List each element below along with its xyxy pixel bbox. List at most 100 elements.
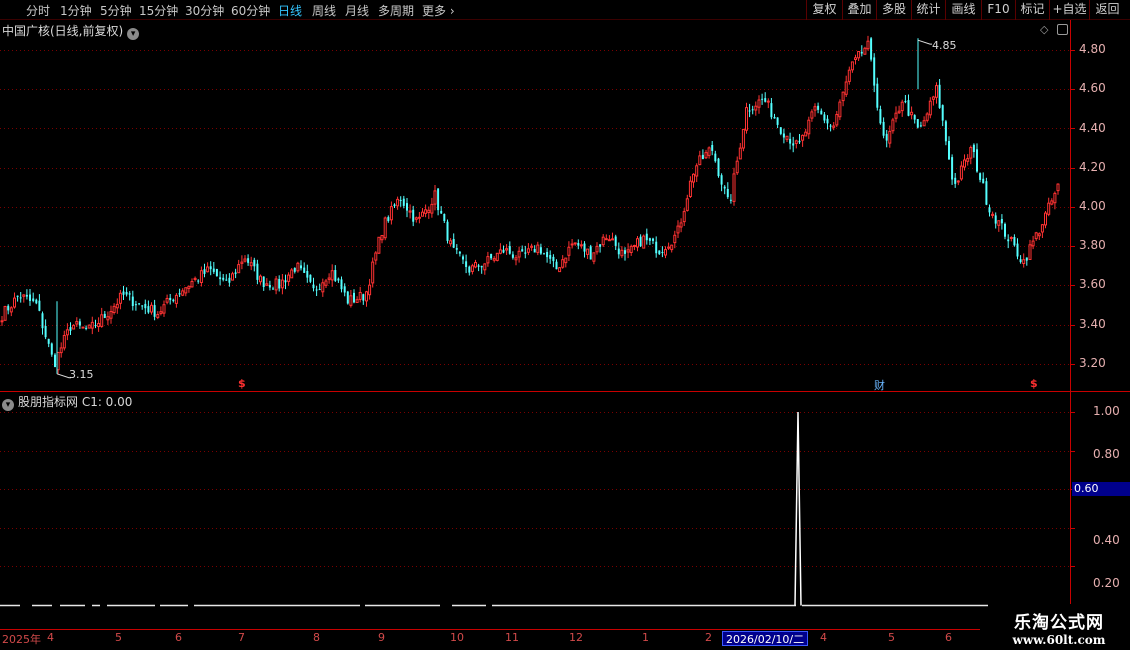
candle-body [835, 114, 839, 126]
candle-body [465, 261, 468, 267]
chevron-down-icon[interactable]: ▾ [2, 399, 14, 411]
candle-body [156, 314, 160, 318]
candle-body [315, 289, 318, 291]
price-tick: 3.40 [1079, 317, 1106, 331]
candle-body [280, 279, 284, 289]
candle-body [219, 277, 222, 280]
candle-body [1040, 224, 1044, 233]
candle-body [402, 198, 405, 206]
candle-body [745, 107, 748, 131]
candle-body [468, 266, 471, 273]
candle-body [1013, 237, 1016, 246]
candle-body [626, 249, 630, 253]
candle-body [16, 295, 19, 297]
candle-body [645, 233, 648, 241]
candle-body [228, 277, 231, 283]
date-tick: 1 [642, 631, 649, 644]
period-tab-timeshare[interactable]: 分时 [26, 2, 50, 19]
dividend-marker[interactable]: $ [1030, 377, 1038, 390]
indicator-axis: 1.00 0.80 0.40 0.20 [1073, 392, 1130, 630]
date-tick: 5 [115, 631, 122, 644]
draw-line-button[interactable]: 画线 [945, 0, 981, 20]
candle-body [290, 269, 294, 279]
dividend-marker[interactable]: $ [238, 377, 246, 390]
candle-body [150, 304, 153, 313]
candle-body [617, 248, 620, 255]
diamond-icon[interactable]: ◇ [1040, 23, 1048, 36]
candle-body [773, 117, 776, 119]
mark-button[interactable]: 标记 [1015, 0, 1049, 20]
candle-body [296, 262, 300, 272]
multi-stock-button[interactable]: 多股 [876, 0, 911, 20]
indicator-series [0, 411, 988, 607]
candle-body [209, 266, 212, 270]
period-tab-1min[interactable]: 1分钟 [60, 2, 92, 19]
period-tab-more[interactable]: 更多 [422, 2, 455, 19]
candle-body [599, 244, 602, 247]
candle-body [362, 294, 365, 301]
candle-body [162, 304, 166, 314]
candle-body [106, 316, 110, 321]
candle-body [813, 106, 817, 111]
panel-toggle-icon[interactable] [1057, 24, 1068, 35]
date-tick: 6 [175, 631, 182, 644]
candle-body [59, 347, 63, 354]
candle-body [278, 279, 281, 289]
candle-body [327, 277, 331, 280]
candle-body [804, 131, 808, 137]
candle-body [673, 234, 677, 244]
f10-button[interactable]: F10 [981, 0, 1015, 20]
date-tick: 7 [238, 631, 245, 644]
financial-report-marker[interactable]: 财 [874, 377, 885, 393]
candle-body [486, 256, 490, 264]
candle-body [685, 198, 689, 211]
candle-body [614, 236, 617, 246]
candle-body [417, 216, 421, 219]
candle-body [751, 109, 754, 111]
candle-body [701, 154, 704, 160]
candle-body [1000, 219, 1003, 224]
candle-body [720, 175, 723, 185]
candle-body [517, 250, 521, 258]
candle-body [474, 262, 477, 268]
candle-body [555, 261, 558, 270]
period-tab-30min[interactable]: 30分钟 [185, 2, 224, 19]
add-watchlist-button[interactable]: +自选 [1049, 0, 1089, 20]
candle-body [153, 305, 156, 317]
period-tab-multi[interactable]: 多周期 [378, 2, 414, 19]
chevron-down-icon[interactable]: ▾ [127, 28, 140, 40]
candle-body [761, 98, 764, 100]
adjust-button[interactable]: 复权 [806, 0, 842, 20]
back-button[interactable]: 返回 [1089, 0, 1125, 20]
candle-body [985, 181, 988, 205]
candle-body [165, 298, 169, 303]
period-tab-daily[interactable]: 日线 [278, 2, 302, 19]
statistics-button[interactable]: 统计 [911, 0, 945, 20]
candle-body [991, 213, 995, 216]
period-tab-60min[interactable]: 60分钟 [231, 2, 270, 19]
candle-body [982, 178, 985, 184]
candle-body [876, 83, 879, 108]
candle-body [925, 113, 929, 121]
candle-body [243, 258, 247, 262]
candle-body [829, 125, 832, 127]
candle-body [717, 158, 720, 177]
candle-body [377, 236, 381, 254]
candle-body [141, 305, 144, 307]
period-tab-5min[interactable]: 5分钟 [100, 2, 132, 19]
candlestick-series [0, 35, 1060, 379]
period-tab-weekly[interactable]: 周线 [312, 2, 336, 19]
indicator-tick: 1.00 [1093, 404, 1120, 418]
candle-body [997, 220, 1001, 226]
candle-body [661, 252, 664, 253]
candle-body [337, 278, 340, 281]
price-tick: 4.20 [1079, 160, 1106, 174]
period-tab-monthly[interactable]: 月线 [345, 2, 369, 19]
candle-body [536, 244, 540, 253]
period-tab-15min[interactable]: 15分钟 [139, 2, 178, 19]
overlay-button[interactable]: 叠加 [842, 0, 876, 20]
candle-body [406, 203, 408, 211]
candle-body [9, 307, 13, 313]
candle-body [919, 125, 922, 127]
kline-chart[interactable] [0, 20, 1130, 630]
